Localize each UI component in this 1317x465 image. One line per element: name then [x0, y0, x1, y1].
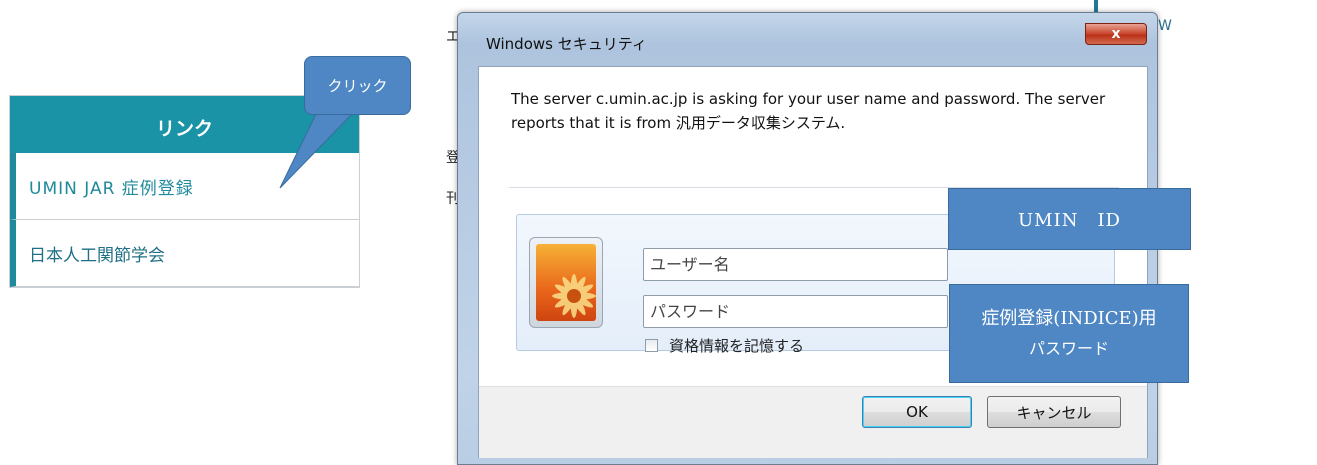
click-callout-tail [279, 113, 354, 189]
cancel-button[interactable]: キャンセル [987, 396, 1121, 428]
close-icon: x [1111, 26, 1121, 42]
user-tile [529, 237, 603, 328]
dialog-message: The server c.umin.ac.jp is asking for yo… [511, 90, 1106, 132]
close-button[interactable]: x [1085, 23, 1147, 45]
username-input[interactable] [643, 248, 948, 281]
password-callout-line1: 症例登録(INDICE)用 [981, 307, 1157, 329]
dialog-title: Windows セキュリティ [486, 35, 647, 53]
remember-checkbox[interactable] [645, 339, 658, 352]
dialog-client-area: The server c.umin.ac.jp is asking for yo… [478, 66, 1148, 458]
password-callout-line2: パスワード [1028, 338, 1109, 358]
flower-avatar-graphic [552, 274, 596, 318]
dialog-footer: OK キャンセル [479, 386, 1147, 458]
remember-label: 資格情報を記憶する [669, 337, 805, 355]
password-input[interactable] [643, 295, 948, 328]
remember-credentials[interactable]: 資格情報を記憶する [645, 335, 804, 356]
flower-avatar-icon [536, 244, 596, 321]
password-callout: 症例登録(INDICE)用 パスワード [949, 284, 1189, 383]
ok-button[interactable]: OK [862, 396, 972, 428]
click-callout: クリック [304, 56, 411, 115]
username-callout: UMIN ID [948, 188, 1191, 250]
